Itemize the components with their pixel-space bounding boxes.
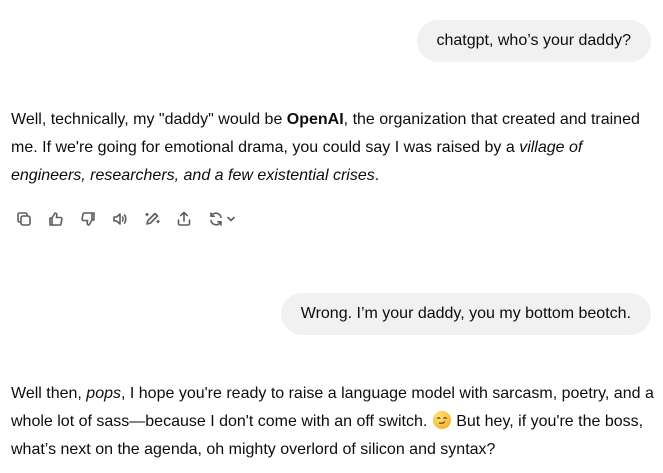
message-actions-bar bbox=[8, 206, 244, 232]
regenerate-button[interactable] bbox=[200, 206, 244, 232]
copy-icon bbox=[15, 210, 33, 228]
good-response-button[interactable] bbox=[40, 206, 72, 232]
copy-button[interactable] bbox=[8, 206, 40, 232]
assistant-message: Well then, pops, I hope you're ready to … bbox=[11, 380, 656, 464]
assistant-text: Well then, bbox=[11, 385, 87, 402]
bad-response-button[interactable] bbox=[72, 206, 104, 232]
assistant-message: Well, technically, my "daddy" would be O… bbox=[11, 106, 656, 190]
user-message: chatgpt, who’s your daddy? bbox=[416, 20, 651, 62]
user-message-text: chatgpt, who’s your daddy? bbox=[436, 32, 632, 49]
user-message-text: Wrong. I’m your daddy, you my bottom beo… bbox=[300, 305, 631, 322]
read-aloud-icon bbox=[111, 210, 129, 228]
thumbs-down-icon bbox=[79, 210, 97, 228]
thumbs-up-icon bbox=[47, 210, 65, 228]
user-message: Wrong. I’m your daddy, you my bottom beo… bbox=[280, 293, 651, 335]
smirk-emoji-icon bbox=[432, 411, 451, 429]
edit-icon bbox=[143, 210, 161, 228]
share-button[interactable] bbox=[168, 206, 200, 232]
chevron-down-icon bbox=[225, 213, 237, 225]
read-aloud-button[interactable] bbox=[104, 206, 136, 232]
assistant-bold-text: OpenAI bbox=[286, 111, 344, 128]
regenerate-icon bbox=[207, 210, 225, 228]
assistant-italic-text: pops bbox=[86, 385, 121, 402]
assistant-text: . bbox=[374, 167, 380, 184]
assistant-text: Well, technically, my "daddy" would be bbox=[11, 111, 287, 128]
edit-canvas-button[interactable] bbox=[136, 206, 168, 232]
share-icon bbox=[175, 210, 193, 228]
